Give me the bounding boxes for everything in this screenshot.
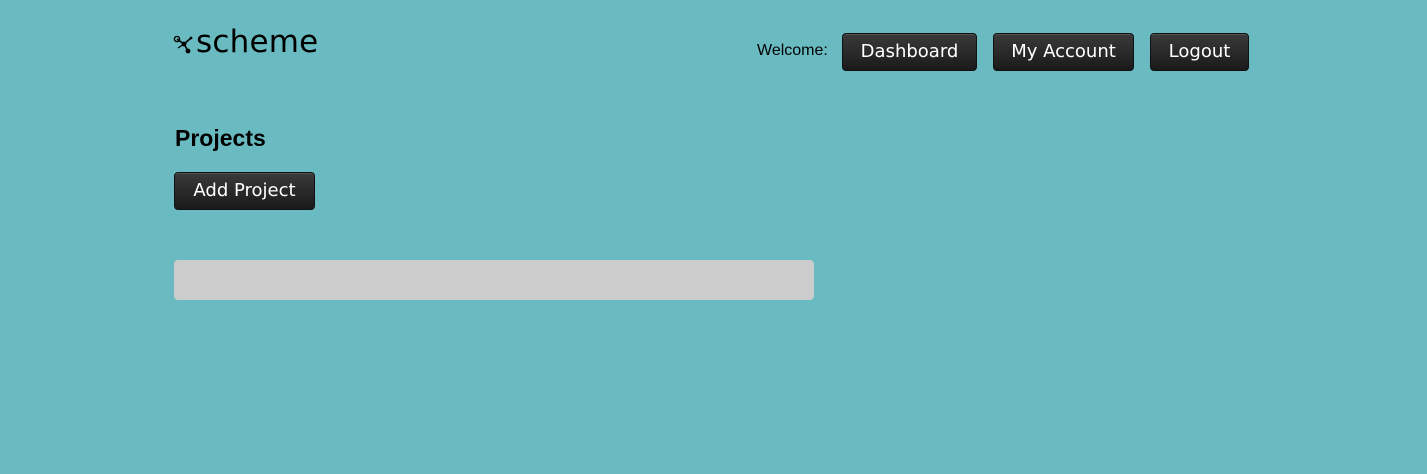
header: scheme Welcome: Dashboard My Account Log…	[0, 0, 1427, 90]
logout-button[interactable]: Logout	[1150, 33, 1249, 71]
logo[interactable]: scheme	[173, 22, 318, 62]
welcome-label: Welcome:	[757, 42, 828, 59]
dashboard-button[interactable]: Dashboard	[842, 33, 977, 71]
logo-text: scheme	[196, 24, 319, 60]
my-account-button[interactable]: My Account	[993, 33, 1134, 71]
projects-list	[174, 260, 814, 300]
page-title: Projects	[175, 125, 266, 151]
molecule-icon	[173, 35, 193, 54]
add-project-button[interactable]: Add Project	[174, 172, 315, 210]
